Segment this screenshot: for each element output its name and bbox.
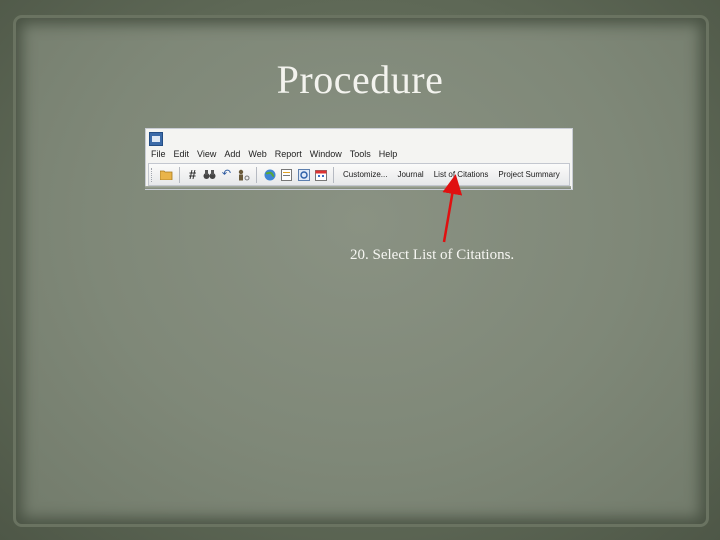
pointer-arrow [442,174,463,243]
step-caption: 20. Select List of Citations. [350,247,515,263]
